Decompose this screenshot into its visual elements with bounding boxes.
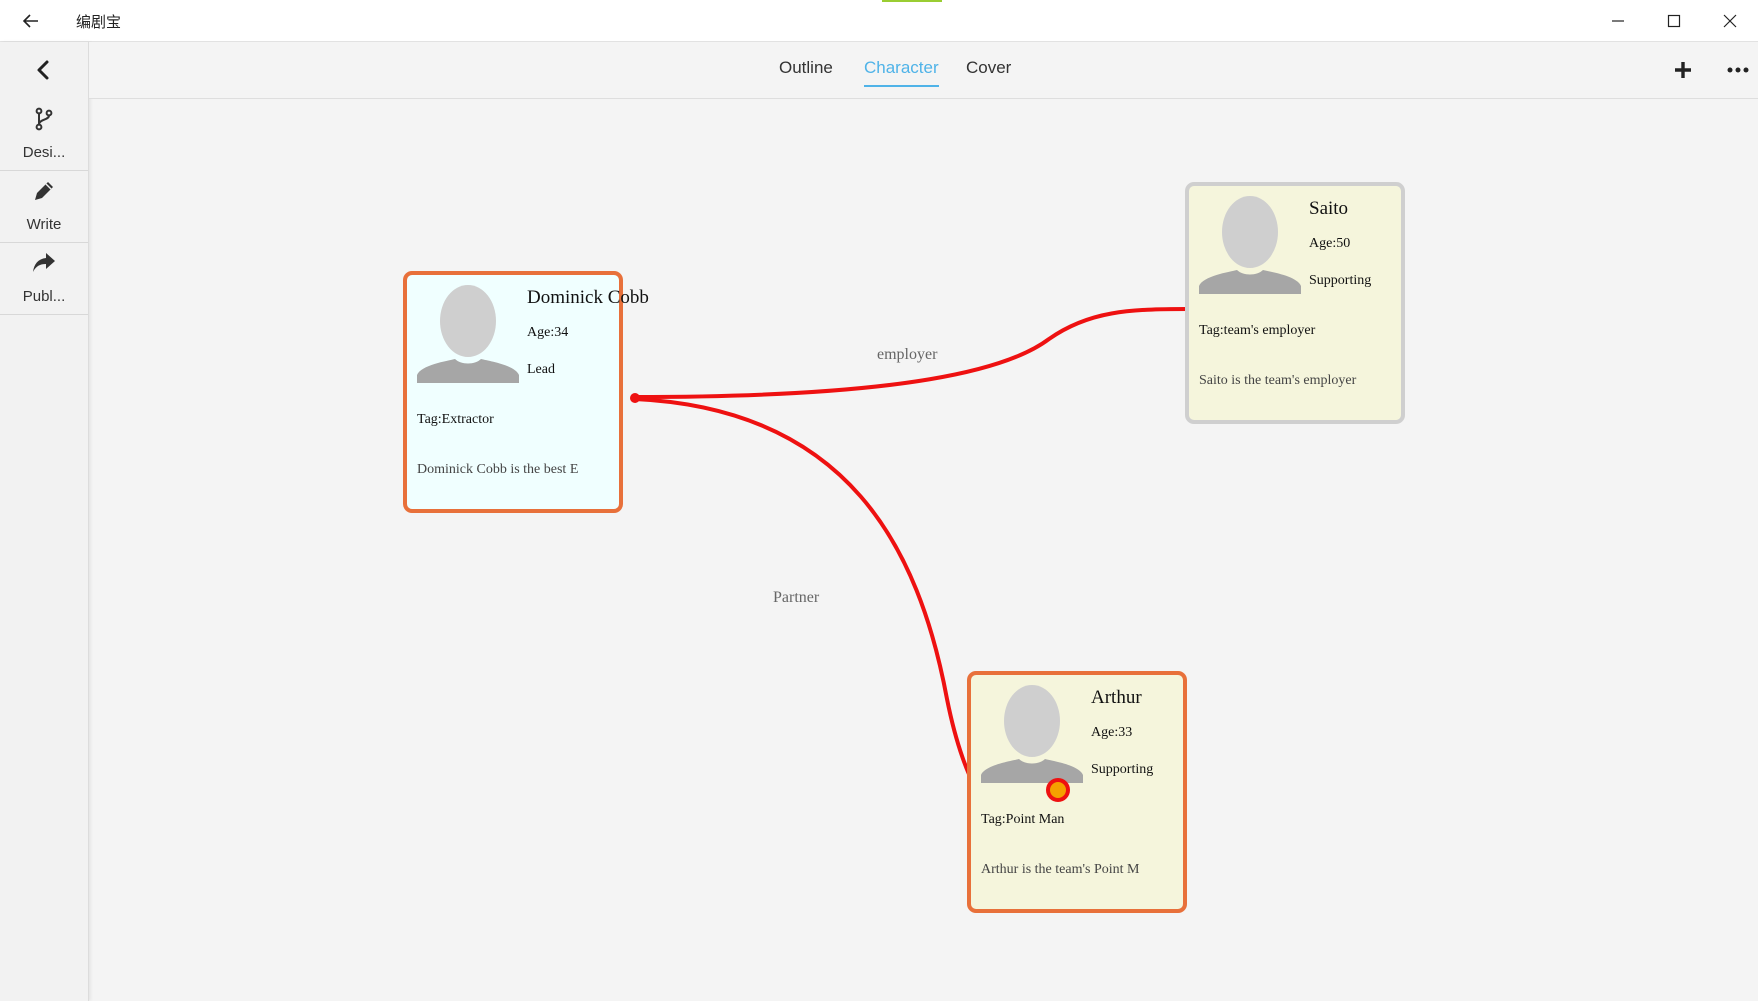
title-bar: 编剧宝 xyxy=(0,0,1758,42)
character-canvas[interactable]: employer Partner Dominick Cobb Age:34 Le… xyxy=(89,99,1758,1001)
sidebar: Desi... Write Publ... xyxy=(0,42,89,1001)
character-card[interactable]: Dominick Cobb Age:34 Lead Tag:Extractor … xyxy=(403,271,649,513)
character-card[interactable]: Saito Age:50 Supporting Tag:team's emplo… xyxy=(1185,182,1405,424)
plus-icon xyxy=(1675,62,1691,78)
sidebar-item-design[interactable]: Desi... xyxy=(0,98,88,171)
chevron-left-icon xyxy=(37,60,49,80)
avatar-icon xyxy=(1199,196,1301,294)
character-desc: Saito is the team's employer xyxy=(1199,373,1357,388)
sidebar-item-publish[interactable]: Publ... xyxy=(0,242,88,315)
minimize-icon xyxy=(1612,19,1624,22)
connection-handle[interactable] xyxy=(1046,778,1070,802)
character-tag: Tag:Extractor xyxy=(417,412,494,427)
edge-label-employer: employer xyxy=(877,346,938,363)
app-title: 编剧宝 xyxy=(76,14,122,31)
close-icon xyxy=(1723,14,1737,27)
sidebar-item-write[interactable]: Write xyxy=(0,170,88,243)
title-accent-bar xyxy=(882,0,942,2)
character-desc: Arthur is the team's Point M xyxy=(981,862,1140,877)
edge-label-partner: Partner xyxy=(773,589,820,606)
relation-edges xyxy=(630,307,1190,803)
top-tab-bar: Outline Character Cover xyxy=(89,42,1758,99)
character-role: Supporting xyxy=(1091,762,1154,777)
character-age: Age:50 xyxy=(1309,236,1351,251)
maximize-button[interactable] xyxy=(1646,0,1702,41)
character-age: Age:34 xyxy=(527,325,569,340)
back-arrow-icon[interactable] xyxy=(18,8,44,34)
character-age: Age:33 xyxy=(1091,725,1133,740)
tab-character[interactable]: Character xyxy=(864,58,939,87)
close-button[interactable] xyxy=(1702,0,1758,41)
share-icon xyxy=(31,250,57,276)
tab-cover[interactable]: Cover xyxy=(966,58,1011,82)
sidebar-item-label: Desi... xyxy=(22,144,66,161)
add-button[interactable] xyxy=(1667,54,1699,86)
character-card[interactable]: Arthur Age:33 Supporting Tag:Point Man A… xyxy=(967,671,1187,913)
branch-icon xyxy=(31,106,57,132)
tab-outline[interactable]: Outline xyxy=(779,58,833,82)
character-desc: Dominick Cobb is the best E xyxy=(417,462,579,477)
sidebar-back-button[interactable] xyxy=(0,42,88,98)
more-dots-icon xyxy=(1727,67,1749,73)
maximize-icon xyxy=(1667,14,1681,27)
character-name: Saito xyxy=(1309,198,1349,219)
avatar-icon xyxy=(981,685,1083,783)
character-role: Lead xyxy=(527,362,555,377)
sidebar-item-label: Publ... xyxy=(22,288,66,305)
character-name: Arthur xyxy=(1091,687,1142,708)
character-tag: Tag:Point Man xyxy=(981,812,1065,827)
character-name: Dominick Cobb xyxy=(527,287,649,308)
pencil-icon xyxy=(31,178,57,204)
character-role: Supporting xyxy=(1309,273,1372,288)
more-button[interactable] xyxy=(1722,54,1754,86)
character-tag: Tag:team's employer xyxy=(1199,323,1316,338)
minimize-button[interactable] xyxy=(1590,0,1646,41)
avatar-icon xyxy=(417,285,519,383)
sidebar-item-label: Write xyxy=(26,216,62,233)
edge-anchor xyxy=(630,393,640,403)
